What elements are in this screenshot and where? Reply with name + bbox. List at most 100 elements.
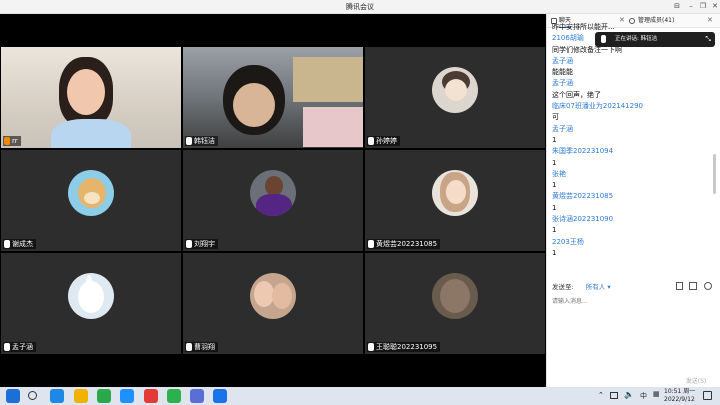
network-icon[interactable]	[610, 392, 618, 399]
chat-message: 1	[552, 203, 557, 212]
participant-nameplate: 谢成杰	[3, 239, 36, 249]
participant-nameplate: 孟子涵	[3, 342, 36, 352]
participant-tile-mengzihan[interactable]: 孟子涵	[1, 253, 181, 354]
participant-tile-hanyujie[interactable]: 韩钰洁	[183, 47, 363, 148]
file-icon[interactable]	[676, 282, 683, 290]
participant-nameplate: 刘翔宇	[185, 239, 218, 249]
volume-icon[interactable]: 🔈	[624, 390, 634, 399]
participant-name: 刘翔宇	[194, 240, 215, 248]
close-button[interactable]: ✕	[708, 1, 720, 12]
notification-icon[interactable]	[703, 391, 712, 400]
participant-tile-huangyuyun[interactable]: 黄煜芸202231085	[365, 150, 545, 251]
wechat-icon[interactable]	[167, 389, 181, 403]
chat-sender: 朱国季202231094	[552, 147, 614, 156]
participant-name: rr	[12, 137, 18, 145]
chat-message: 能能能	[552, 68, 573, 77]
muted-mic-icon	[4, 240, 10, 248]
chat-message: 1	[552, 226, 557, 235]
participant-nameplate: 韩钰洁	[185, 136, 218, 146]
participant-tile-xiechengjie[interactable]: 谢成杰	[1, 150, 181, 251]
chat-sender: 2203王杨	[552, 237, 584, 246]
chat-message: 1	[552, 158, 557, 167]
muted-mic-icon	[186, 240, 192, 248]
chat-message: 1	[552, 135, 557, 144]
grid-icon[interactable]: ▦	[653, 390, 660, 398]
window-titlebar: 腾讯会议 ⊟ – ❐ ✕	[0, 0, 720, 14]
video-grid: rr 韩钰洁 孙婷婷 谢成杰 刘翔宇 黄煜芸202231085 孟子涵 曹羽翔 …	[0, 14, 546, 387]
ime-indicator[interactable]: 中	[640, 391, 647, 401]
window-title: 腾讯会议	[346, 3, 374, 11]
participant-avatar	[432, 273, 478, 319]
chat-input[interactable]	[552, 295, 712, 307]
participant-name: 孙婷婷	[376, 137, 397, 145]
participant-name: 谢成杰	[12, 240, 33, 248]
participant-tile-caoyuxiang[interactable]: 曹羽翔	[183, 253, 363, 354]
participant-name: 曹羽翔	[194, 343, 215, 351]
chat-sender: 黄煜芸202231085	[552, 192, 614, 201]
participant-tile-liuxiangyu[interactable]: 刘翔宇	[183, 150, 363, 251]
clock-time[interactable]: 10:51 周一	[664, 388, 695, 396]
participant-name: 黄煜芸202231085	[376, 240, 438, 248]
participant-nameplate: 黄煜芸202231085	[367, 239, 441, 249]
send-button[interactable]: 发送(S)	[682, 376, 710, 386]
participant-nameplate: rr	[3, 136, 21, 146]
unmuted-mic-icon	[4, 137, 10, 145]
chat-panel: 聊天 ✕ 管理成员(41) ✕ 昨中安排所以能开... 2106胡瑜 同学们修改备注…	[546, 14, 720, 387]
expand-icon[interactable]: ⤡	[705, 32, 711, 47]
muted-mic-icon	[368, 137, 374, 145]
qq-icon[interactable]	[120, 389, 134, 403]
chat-sender: 临床07班潘业为202141290	[552, 102, 643, 111]
meeting-icon[interactable]	[213, 389, 227, 403]
participant-tile-suntingting[interactable]: 孙婷婷	[365, 47, 545, 148]
muted-mic-icon	[368, 240, 374, 248]
search-icon[interactable]	[28, 391, 37, 400]
chat-message-list: 昨中安排所以能开... 2106胡瑜 同学们修改备注一下啊 孟子涵 能能能 孟子涵 这个回声…	[552, 22, 702, 287]
chat-message: 1	[552, 248, 557, 257]
close-members-icon[interactable]: ✕	[707, 16, 713, 24]
participant-nameplate: 曹羽翔	[185, 342, 218, 352]
people-icon[interactable]	[190, 389, 204, 403]
participant-name: 王聪聪202231095	[376, 343, 438, 351]
wechat-work-icon[interactable]	[97, 389, 111, 403]
emoji-icon[interactable]	[704, 282, 712, 290]
muted-mic-icon	[4, 343, 10, 351]
chevron-down-icon[interactable]: ▾	[607, 283, 610, 291]
participant-nameplate: 孙婷婷	[367, 136, 400, 146]
chat-sender: 张艳	[552, 169, 566, 178]
chat-sender: 孟子涵	[552, 79, 573, 88]
muted-mic-icon	[368, 343, 374, 351]
mic-icon	[601, 35, 606, 43]
chat-message: 可	[552, 113, 559, 122]
send-to-select[interactable]: 所有人	[586, 283, 606, 291]
chat-sender: 张诗涵202231090	[552, 215, 614, 224]
participant-name: 韩钰洁	[194, 137, 215, 145]
wps-icon[interactable]	[144, 389, 158, 403]
chat-message: 1	[552, 181, 557, 190]
chevron-up-icon[interactable]: ⌃	[598, 391, 604, 399]
speaking-indicator: 正在讲话: 韩钰洁 ⤡	[595, 32, 715, 47]
speaking-text: 正在讲话: 韩钰洁	[615, 36, 658, 42]
start-icon[interactable]	[6, 389, 20, 403]
participant-avatar	[68, 170, 114, 216]
send-to-row: 发送至: 所有人 ▾	[552, 281, 717, 293]
chat-message: 这个回声，绝了	[552, 90, 601, 99]
participant-tile-wangcongcong[interactable]: 王聪聪202231095	[365, 253, 545, 354]
participant-avatar	[432, 170, 478, 216]
chat-scrollbar[interactable]	[713, 34, 717, 294]
participant-avatar	[250, 170, 296, 216]
send-to-label: 发送至:	[552, 283, 574, 291]
participant-avatar	[250, 273, 296, 319]
chat-sender: 孟子涵	[552, 56, 573, 65]
participant-name: 孟子涵	[12, 343, 33, 351]
clock-date[interactable]: 2022/9/12	[664, 396, 695, 404]
image-icon[interactable]	[689, 282, 697, 290]
pin-icon[interactable]: ⊟	[670, 1, 684, 12]
participant-avatar	[432, 67, 478, 113]
participant-nameplate: 王聪聪202231095	[367, 342, 441, 352]
participant-avatar	[68, 273, 114, 319]
participant-tile-rr[interactable]: rr	[1, 47, 181, 148]
chat-sender: 孟子涵	[552, 124, 573, 133]
edge-icon[interactable]	[50, 389, 64, 403]
explorer-icon[interactable]	[74, 389, 88, 403]
muted-mic-icon	[186, 343, 192, 351]
